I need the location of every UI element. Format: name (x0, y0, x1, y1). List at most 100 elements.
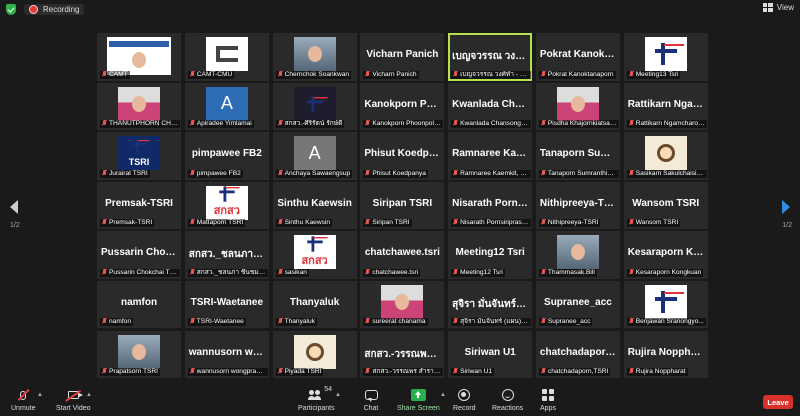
person-face-icon (570, 95, 585, 112)
participant-tile[interactable]: Rujira Noppharat Rujira Noppharat (623, 330, 708, 379)
reactions-button[interactable]: Reactions (492, 388, 523, 412)
shield-icon[interactable] (6, 3, 16, 15)
participant-name: Kesaraporn Kongkuan (635, 268, 702, 276)
participants-caret-icon[interactable]: ▲ (335, 392, 341, 398)
participant-tile[interactable]: Ramnaree Kaemkit Ramnaree Kaemkit, TS... (448, 132, 533, 180)
chat-button[interactable]: Chat (362, 388, 380, 412)
recording-indicator[interactable]: Recording (24, 3, 85, 15)
participant-name-label: Chernchok Soankwan (275, 70, 352, 79)
record-icon (458, 389, 471, 401)
microphone-muted-icon (629, 169, 634, 176)
participant-tile[interactable]: Pokrat Kanoktanaporn Pokrat Kanoktanaporn (535, 33, 620, 81)
participant-tile[interactable]: Siriwan U1 Siriwan U1 (448, 330, 533, 379)
share-screen-button[interactable]: Share Screen (397, 388, 440, 412)
participant-tile[interactable]: Supranee_acc Supranee_acc (535, 280, 620, 329)
participant-tile[interactable]: Meeting12 Tsri Meeting12 Tsri (448, 231, 533, 279)
shared-slide-thumbnail (107, 37, 172, 75)
participant-name-label: Nisarath Pornsiriprasert (451, 219, 532, 228)
participant-display-name: Pokrat Kanoktanaporn (539, 49, 620, 60)
participant-display-name: Thanyaluk (289, 296, 340, 308)
participant-tile[interactable]: CAMT (97, 33, 182, 81)
participant-name: Apiradee Yimlamai (196, 120, 252, 128)
participant-tile[interactable]: สุจิรา มั่นจันทร์ (แผน) FB6 สุจิรา มั่นจั… (448, 280, 533, 329)
person-face-icon (570, 244, 585, 261)
unmute-label: Unmute (11, 405, 36, 412)
participant-tile[interactable]: A Anchaya Sawaengsup (272, 132, 357, 180)
participant-tile[interactable]: THANUTPHORN CHA... (97, 82, 182, 131)
participant-name-label: Rattikarn Ngamcharoe... (626, 120, 707, 129)
participant-tile[interactable]: สกสว.-วรรณพร สำราญจิตต์สกสว.-วรรณพร สำรา… (360, 330, 445, 379)
participant-photo (118, 334, 161, 369)
participant-tile[interactable]: Kesaraporn Kongkuan Kesaraporn Kongkuan (623, 231, 708, 279)
participant-tile[interactable]: TSRI Jurairat TSRI (97, 132, 182, 180)
record-button[interactable]: Record (453, 388, 476, 412)
participant-tile[interactable]: สกสว sasikan (272, 231, 357, 279)
view-button[interactable]: View (762, 3, 794, 12)
participant-tile[interactable]: สกสว.-ศิริรัตน์ รักษ์ดี (272, 82, 357, 131)
participant-tile[interactable]: Nisarath Pornsiriprasert Nisarath Pornsir… (448, 181, 533, 230)
participant-tile[interactable]: Pussarin Chokchai Pussarin Chokchai TSRI (97, 231, 182, 279)
participant-tile[interactable]: pimpawee FB2 pimpawee FB2 (184, 132, 269, 180)
participant-tile[interactable]: chatchawee.tsri chatchawee.tsri (360, 231, 445, 279)
tsri-logo-icon (132, 139, 146, 153)
participant-tile[interactable]: Kwanlada Chansongkl Kwanlada Chansongkl..… (448, 82, 533, 131)
participant-name-label: CAMT (100, 70, 130, 79)
audio-options-caret-icon[interactable]: ▲ (37, 392, 43, 398)
previous-page-arrow-icon[interactable] (10, 200, 18, 214)
participant-tile[interactable]: Tanaporn Sumranthin Tanaporn Sumranthin .… (535, 132, 620, 180)
participant-name-label: สกสว._ชลนภา ชื่นชมจันทร์ (187, 268, 268, 277)
participant-tile[interactable]: wannusorn wongprasert wannusorn wongprase… (184, 330, 269, 379)
participant-tile[interactable]: A Apiradee Yimlamai (184, 82, 269, 131)
participant-tile[interactable]: TSRI-Waetanee TSRI-Waetanee (184, 280, 269, 329)
microphone-muted-icon (629, 219, 634, 225)
tsri-logo-avatar (644, 284, 687, 319)
participant-tile[interactable]: Thanyaluk Thanyaluk (272, 280, 357, 329)
next-page-arrow-icon[interactable] (782, 200, 790, 214)
participant-tile[interactable]: Nithipreeya-TSRI Nithipreeya-TSRI (535, 181, 620, 230)
participant-tile[interactable]: Prapatsorn TSRI (97, 330, 182, 379)
page-indicator-left: 1/2 (10, 222, 20, 229)
participant-tile[interactable]: เบญจวรรณ วงศ์ทำ เบญจวรรณ วงศ์ทำ - TSRI (448, 33, 533, 81)
record-dot-icon (29, 4, 38, 14)
participant-tile[interactable]: Wansom TSRI Wansom TSRI (623, 181, 708, 230)
participant-tile[interactable]: namfon namfon (97, 280, 182, 329)
record-label: Record (453, 405, 476, 412)
participant-name: CAMT (109, 70, 128, 78)
participants-count: 54 (324, 386, 333, 393)
participant-tile[interactable]: Vicharn Panich Vicharn Panich (360, 33, 445, 81)
unmute-button[interactable]: Unmute (11, 388, 36, 412)
participant-tile[interactable]: Sasikarn Sakulchaisin... (623, 132, 708, 180)
participant-tile[interactable]: Chernchok Soankwan (272, 33, 357, 81)
leave-button[interactable]: Leave (763, 395, 793, 409)
participant-tile[interactable]: Phisut Koedpanya Phisut Koedpanya (360, 132, 445, 180)
participant-tile[interactable]: สกสว Mattaporn TSRI (184, 181, 269, 230)
reactions-label: Reactions (492, 405, 524, 412)
participant-tile[interactable]: Sinthu Kaewsin Sinthu Kaewsin (272, 181, 357, 230)
participant-tile[interactable]: Pisdha Khajornkiatsakul (535, 82, 620, 131)
participant-name: Jurairat TSRI (109, 169, 148, 177)
participant-tile[interactable]: Rattikarn Ngamcharoen Rattikarn Ngamcharo… (623, 82, 708, 131)
participant-name-label: Tanaporn Sumranthin ... (538, 169, 619, 178)
participant-tile[interactable]: Piyada TSRI (272, 330, 357, 379)
apps-button[interactable]: Apps (539, 388, 557, 412)
participant-name-label: Thanyaluk (275, 318, 317, 327)
participant-tile[interactable]: chatchadaporn,TSRI chatchadaporn,TSRI (535, 330, 620, 379)
participant-name-label: สกสว.-วรรณพร สำราญจิตต์ (363, 368, 444, 377)
video-options-caret-icon[interactable]: ▲ (86, 392, 92, 398)
participant-tile[interactable]: CAMT-CMU (184, 33, 269, 81)
participant-tile[interactable]: Meeting13 Tsri (623, 33, 708, 81)
participant-name-label: wannusorn wongprase... (187, 368, 268, 377)
participant-tile[interactable]: Benjawan Sranongyo... (623, 280, 708, 329)
participant-name: Pisdha Khajornkiatsakul (547, 120, 619, 128)
participant-tile[interactable]: สกสว._ชลนภา ชื่นชมจันทร์สกสว._ชลนภา ชื่น… (184, 231, 269, 279)
participant-tile[interactable]: sureerat chanama (360, 280, 445, 329)
share-options-caret-icon[interactable]: ▲ (440, 392, 446, 398)
participant-tile[interactable]: Kanokporn Phoonpol Kanokporn Phoonpol-... (360, 82, 445, 131)
participants-button[interactable]: 54 Participants (298, 386, 335, 412)
participant-tile[interactable]: Siripan TSRI Siripan TSRI (360, 181, 445, 230)
participant-tile[interactable]: Thammasak.Bill (535, 231, 620, 279)
page-indicator-right: 1/2 (782, 222, 792, 229)
participant-tile[interactable]: Premsak-TSRI Premsak-TSRI (97, 181, 182, 230)
microphone-muted-icon (102, 70, 107, 77)
participant-name: Sasikarn Sakulchaisin... (635, 169, 706, 177)
